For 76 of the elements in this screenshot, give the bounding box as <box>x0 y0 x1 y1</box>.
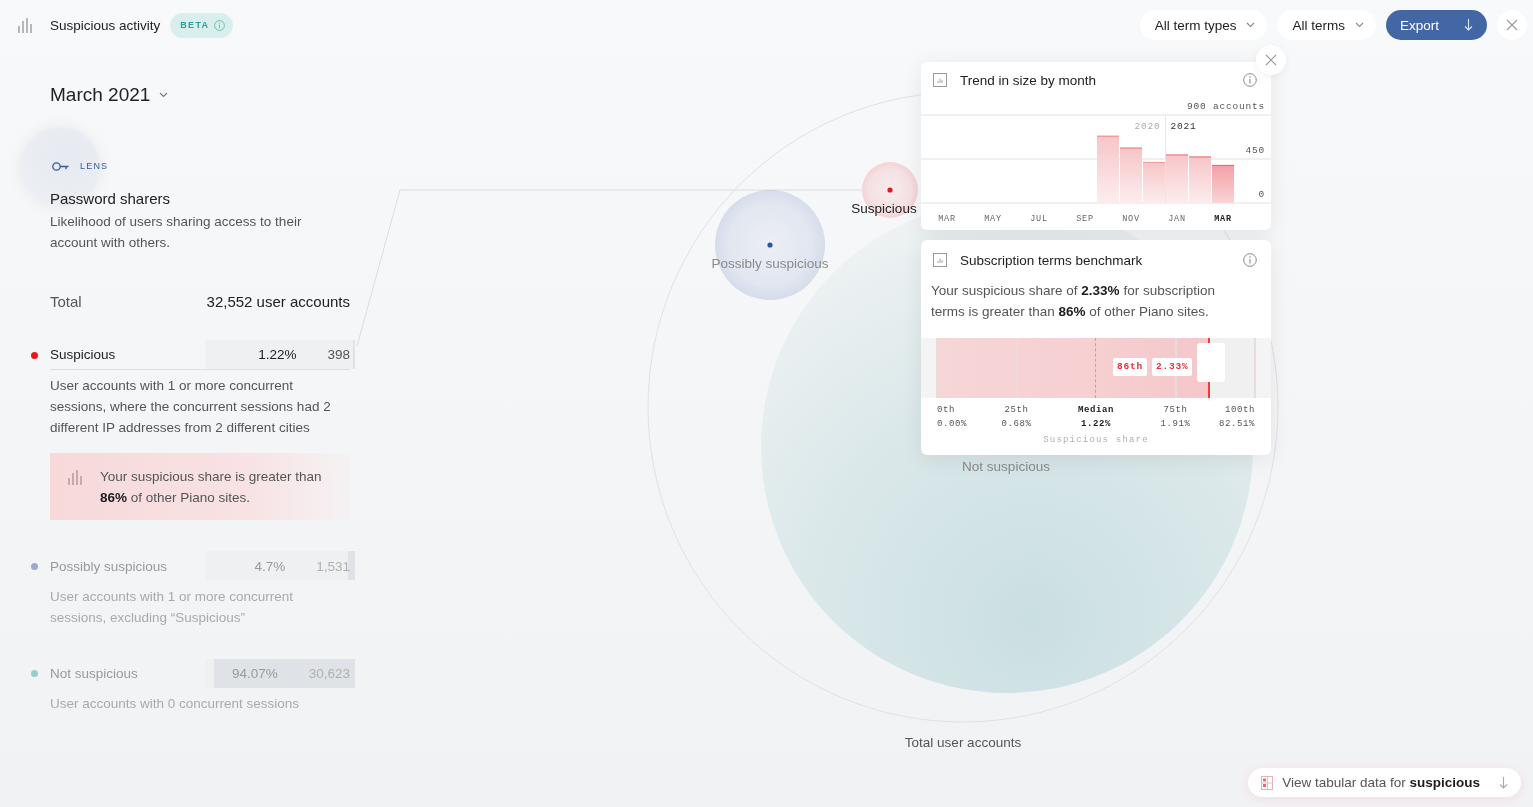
close-icon <box>1506 19 1518 31</box>
axis-label: 900 accounts <box>1187 101 1265 112</box>
chart-bar <box>1189 156 1211 203</box>
info-icon[interactable] <box>1243 73 1257 87</box>
key-icon <box>52 161 69 171</box>
segment-share: 1.22% <box>258 347 297 362</box>
chart-icon <box>933 73 947 87</box>
info-icon[interactable] <box>1243 253 1257 267</box>
axis-title: Suspicious share <box>1042 433 1150 446</box>
chevron-down-icon <box>1354 22 1364 28</box>
bar-chart-icon <box>68 470 82 485</box>
close-button[interactable] <box>1256 45 1286 75</box>
percentile-label: Median <box>1078 403 1114 417</box>
axis-label: JUL <box>1030 214 1048 224</box>
export-button[interactable]: Export <box>1385 10 1487 40</box>
percentile-label: 75th <box>1163 403 1188 417</box>
axis-label: NOV <box>1122 214 1140 224</box>
percentile-value: 0.00% <box>937 417 967 431</box>
segment-description: User accounts with 1 or more concurrent sessions, excluding “Suspicious” <box>50 587 295 627</box>
segment-share: 4.7% <box>254 558 286 574</box>
segment-description: User accounts with 0 concurrent sessions <box>50 695 301 713</box>
card-title: Trend in size by month <box>960 72 1098 88</box>
close-button[interactable] <box>1497 10 1527 40</box>
bar-chart-icon <box>18 17 32 33</box>
view-table-button[interactable]: View tabular data for suspicious <box>1248 768 1521 797</box>
callout-text: Your suspicious share is greater than 86% of other Piano sites. <box>100 468 323 507</box>
arrow-down-icon <box>1464 19 1473 31</box>
percentile-label: 100th <box>1225 403 1255 417</box>
axis-label: 0 <box>1258 189 1265 200</box>
year-label: 2020 <box>1134 121 1161 132</box>
segment-description: User accounts with 1 or more concurrent sessions, where the concurrent sessions had 2 different IP addresses from 2 different cities <box>50 376 332 437</box>
percentile-value: 82.51% <box>1219 417 1255 431</box>
benchmark-summary: Your suspicious share of 2.33% for subscription terms is greater than 86% of other Piano sites. <box>930 282 1216 321</box>
lens-description: Likelihood of users sharing access to their account with others. <box>50 213 303 252</box>
segment-count: 398 <box>327 347 350 362</box>
table-icon <box>1261 775 1274 790</box>
chart-bar <box>1120 147 1142 203</box>
info-icon[interactable] <box>214 19 226 31</box>
percentile-label: 0th <box>937 403 955 417</box>
bubble-label: Suspicious <box>851 199 917 217</box>
beta-label: BETA <box>180 20 210 30</box>
segment-count: 1,531 <box>316 558 350 574</box>
segment-share: 94.07% <box>231 666 278 681</box>
axis-label: JAN <box>1168 214 1186 224</box>
total-label: Total <box>50 292 82 312</box>
bubble-label: Total user accounts <box>904 733 1022 751</box>
filter-dropdown[interactable]: All terms <box>1277 10 1376 40</box>
period-dropdown[interactable]: March 2021 <box>50 83 169 107</box>
year-label: 2021 <box>1170 121 1197 132</box>
bubble-label: Possibly suspicious <box>711 254 829 272</box>
lens-title: Password sharers <box>50 189 172 209</box>
chart-bar <box>1097 135 1119 203</box>
axis-label: 450 <box>1245 145 1265 156</box>
percentile-value: 1.91% <box>1160 417 1191 431</box>
axis-label: MAR <box>1214 214 1232 224</box>
axis-label: MAY <box>984 214 1002 224</box>
segment-label[interactable]: Suspicious <box>50 347 259 362</box>
filter-dropdown[interactable]: All term types <box>1139 10 1268 40</box>
chart-bar <box>1166 154 1188 203</box>
lens-tag: LENS <box>80 161 109 171</box>
blank-tooltip <box>1197 342 1226 382</box>
percentile-value: 1.22% <box>1081 417 1111 431</box>
close-icon <box>1265 54 1277 66</box>
arrow-down-icon <box>1499 776 1508 789</box>
chevron-down-icon <box>1246 22 1256 28</box>
axis-label: MAR <box>938 214 956 224</box>
percentile-value: 0.68% <box>1001 417 1032 431</box>
chart-bar <box>1143 161 1165 203</box>
axis-label: SEP <box>1076 214 1094 224</box>
chevron-down-icon <box>159 92 169 98</box>
chart-icon <box>933 253 947 267</box>
bubble-label: Not suspicious <box>962 457 1050 475</box>
card-title: Subscription terms benchmark <box>960 252 1144 268</box>
total-value: 32,552 user accounts <box>206 292 350 312</box>
percentile-label: 25th <box>1004 403 1029 417</box>
page-title: Suspicious activity <box>50 17 161 33</box>
